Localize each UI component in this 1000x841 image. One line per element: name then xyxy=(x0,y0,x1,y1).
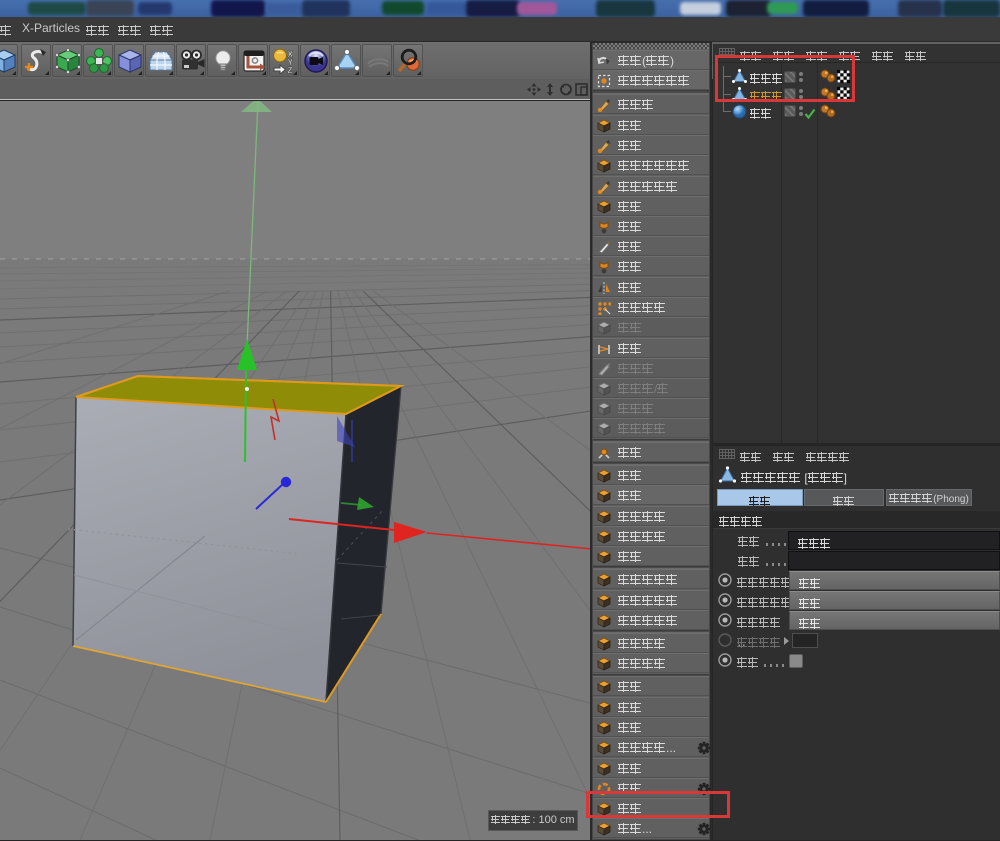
svg-text:Z: Z xyxy=(288,66,293,74)
